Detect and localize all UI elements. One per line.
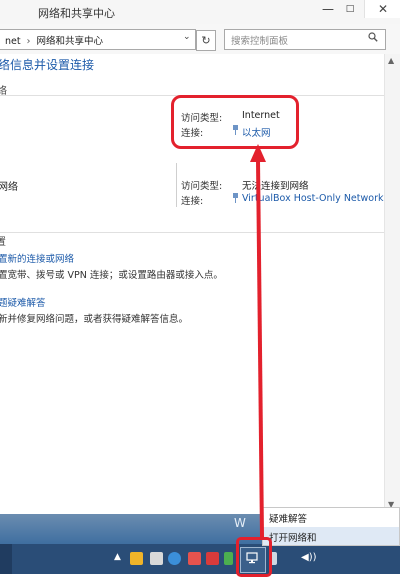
troubleshoot-link[interactable]: 题疑难解答 xyxy=(0,295,46,309)
annotation-arrow xyxy=(250,144,266,538)
divider xyxy=(0,232,384,233)
window-title: 网络和共享中心 xyxy=(38,7,115,20)
menu-item-label: 疑难解答 xyxy=(269,514,308,525)
browser-tray-icon[interactable] xyxy=(168,552,181,565)
taskbar: ▲ ◀)) xyxy=(0,544,400,574)
ethernet-icon xyxy=(233,193,238,203)
troubleshoot-description: 新并修复网络问题，或者获得疑难解答信息。 xyxy=(0,314,189,325)
new-connection-link[interactable]: 置新的连接或网络 xyxy=(0,251,74,265)
address-toolbar: net › 网络和共享中心 ⌄ ↻ 搜索控制面板 xyxy=(0,24,400,54)
chevron-down-icon[interactable]: ⌄ xyxy=(183,32,191,42)
menu-item-label: 打开网络和 xyxy=(269,533,317,544)
search-input[interactable]: 搜索控制面板 xyxy=(224,29,386,50)
access-type-label: 访问类型: xyxy=(181,181,223,192)
virtualbox-network-link[interactable]: VirtualBox Host-Only Network xyxy=(242,193,384,204)
chevron-right-icon[interactable]: › xyxy=(27,36,31,47)
close-button[interactable]: ✕ xyxy=(364,0,400,18)
annotation-highlight-box xyxy=(171,95,299,149)
app-tray-icon[interactable] xyxy=(224,552,233,565)
scroll-up-icon[interactable]: ▲ xyxy=(388,56,394,65)
menu-item-troubleshoot[interactable]: 疑难解答 xyxy=(263,508,399,526)
app-tray-icon[interactable] xyxy=(188,552,201,565)
new-connection-description: 置宽带、拨号或 VPN 连接；或设置路由器或接入点。 xyxy=(0,270,223,281)
network-context-menu: 疑难解答 打开网络和 xyxy=(262,507,400,546)
title-bar: 网络和共享中心 — □ ✕ xyxy=(0,0,400,24)
breadcrumb: net › 网络和共享中心 xyxy=(5,33,103,47)
connection-label: 连接: xyxy=(181,196,204,207)
app-tray-icon[interactable] xyxy=(150,552,163,565)
volume-icon[interactable]: ◀)) xyxy=(301,552,317,563)
vertical-scrollbar[interactable]: ▲ ▼ xyxy=(384,54,400,514)
breadcrumb-prev[interactable]: net xyxy=(5,36,21,47)
taskbar-start-edge[interactable] xyxy=(0,544,12,574)
qq-icon[interactable] xyxy=(130,552,143,565)
divider xyxy=(176,163,177,207)
refresh-button[interactable]: ↻ xyxy=(196,30,216,51)
annotation-highlight-box xyxy=(236,537,272,577)
maximize-button[interactable]: □ xyxy=(340,0,360,18)
access-type-value: 无法连接到网络 xyxy=(242,181,309,192)
show-hidden-icons-icon[interactable]: ▲ xyxy=(114,552,121,562)
desktop-watermark: W xyxy=(234,516,246,530)
page-title: 络信息并设置连接 xyxy=(0,58,95,72)
app-tray-icon[interactable] xyxy=(206,552,219,565)
search-placeholder: 搜索控制面板 xyxy=(231,36,289,47)
network-name: 网络 xyxy=(0,182,18,193)
menu-item-open-network-center[interactable]: 打开网络和 xyxy=(263,527,399,545)
change-settings-heading: 置 xyxy=(0,237,6,248)
search-icon[interactable] xyxy=(368,32,378,42)
breadcrumb-current[interactable]: 网络和共享中心 xyxy=(36,36,103,47)
address-box[interactable]: net › 网络和共享中心 ⌄ xyxy=(0,29,196,50)
minimize-button[interactable]: — xyxy=(318,0,338,18)
